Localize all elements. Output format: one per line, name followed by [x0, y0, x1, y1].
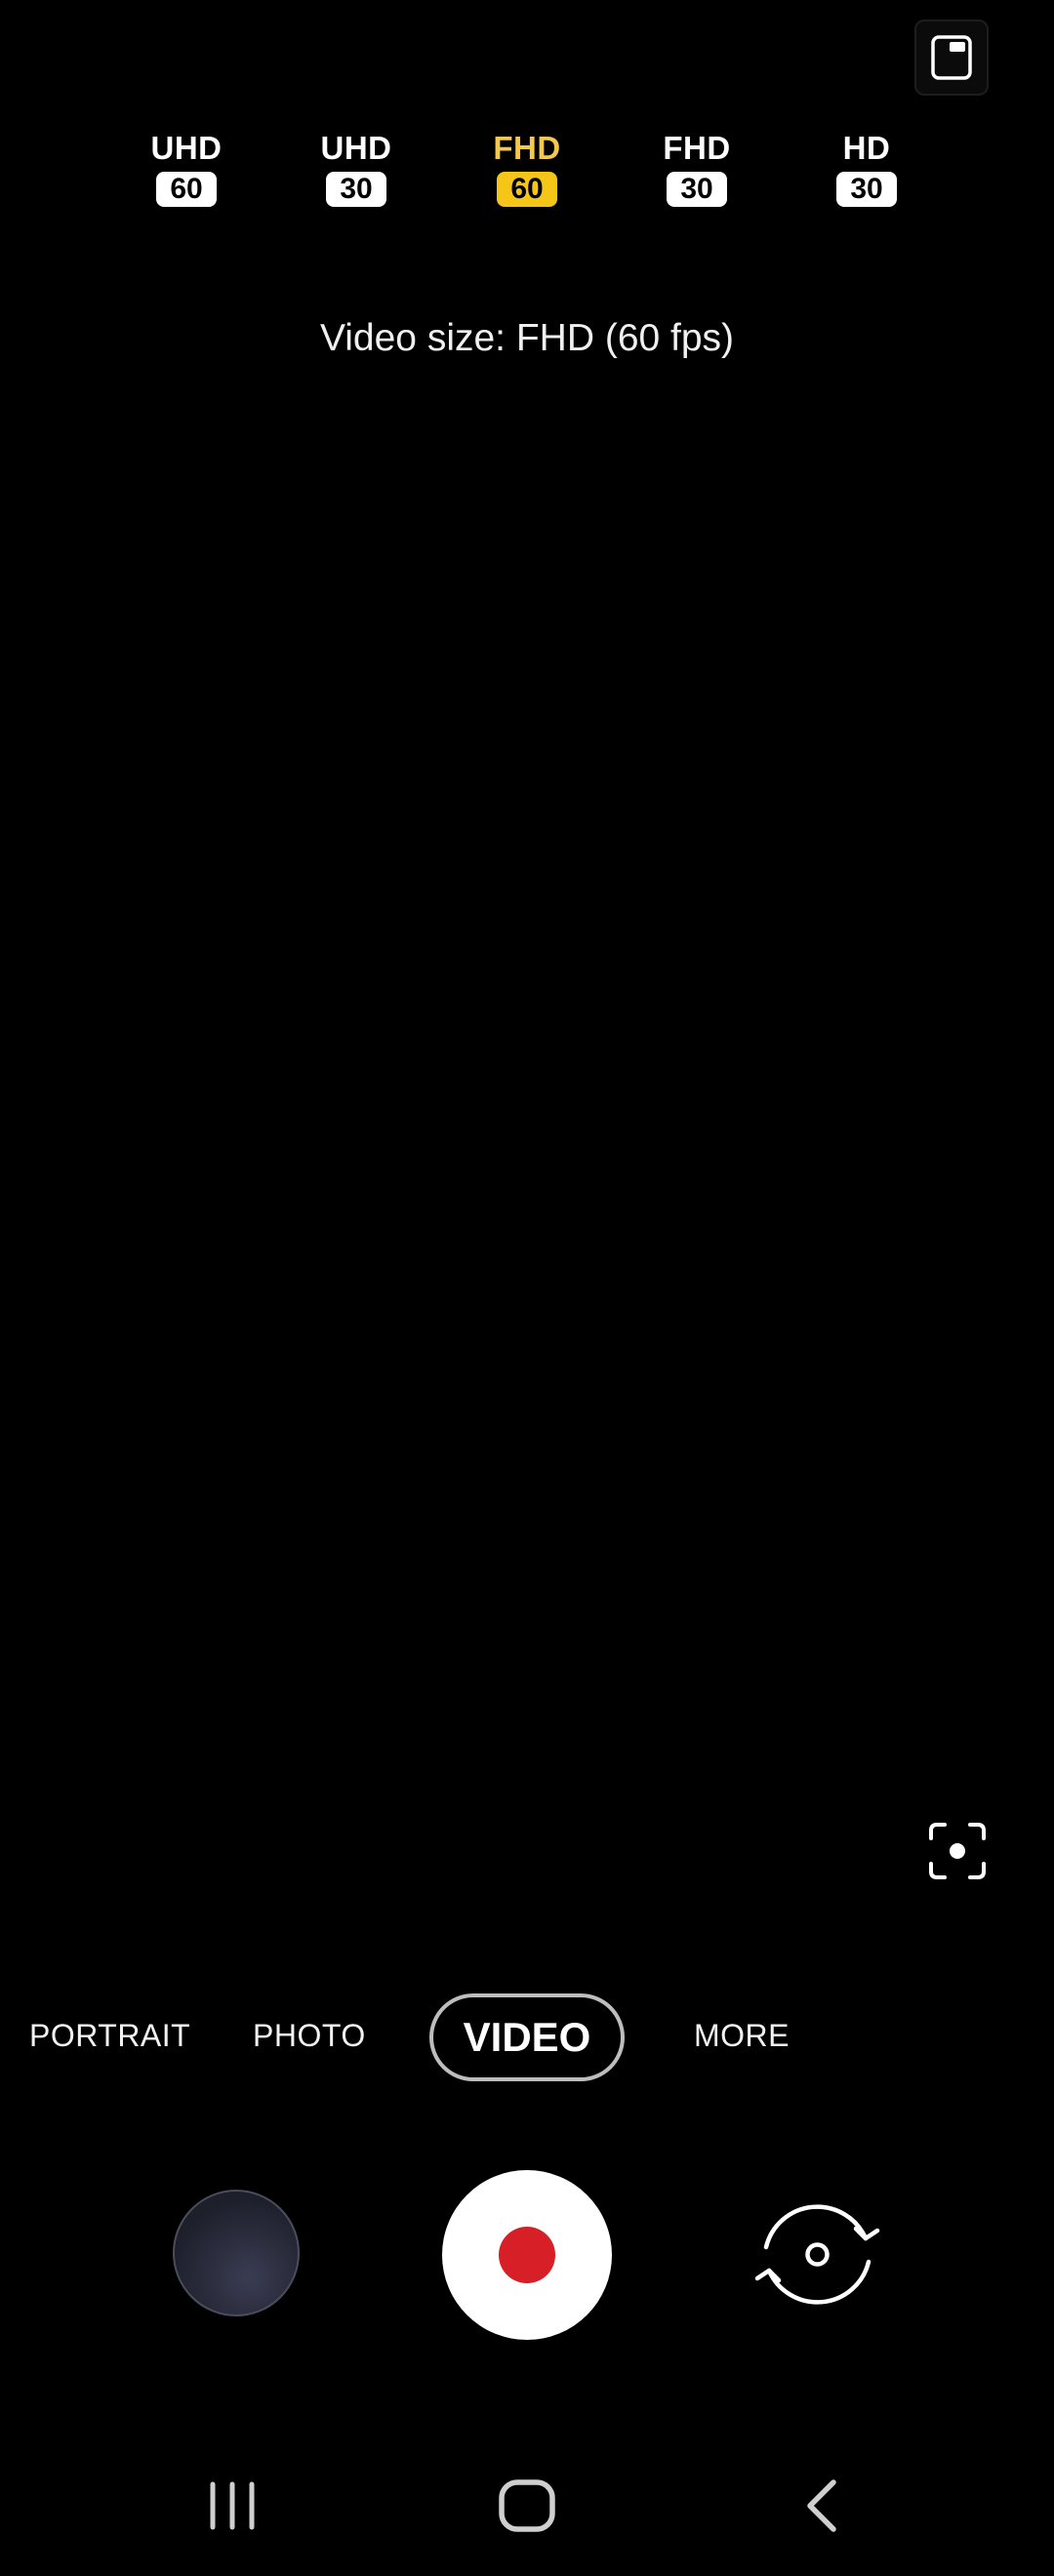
mode-more[interactable]: MORE [694, 2018, 790, 2054]
resolution-label: FHD [663, 130, 731, 166]
mode-photo[interactable]: PHOTO [253, 2018, 366, 2054]
home-icon [499, 2479, 555, 2532]
recent-apps-icon [210, 2481, 255, 2530]
resolution-option-hd-30[interactable]: HD 30 [813, 129, 920, 207]
resolution-option-fhd-30[interactable]: FHD 30 [643, 129, 750, 207]
resolution-label: FHD [493, 130, 561, 166]
mode-portrait[interactable]: PORTRAIT [29, 2018, 190, 2054]
resolution-option-uhd-60[interactable]: UHD 60 [133, 129, 240, 207]
video-size-caption: Video size: FHD (60 fps) [319, 317, 735, 359]
fps-badge: 60 [497, 172, 557, 207]
fps-badge: 30 [667, 172, 727, 207]
resolution-option-fhd-60[interactable]: FHD 60 [473, 129, 581, 207]
recent-apps-button[interactable] [203, 2478, 262, 2538]
home-button[interactable] [496, 2478, 558, 2538]
back-icon [807, 2479, 836, 2532]
resolution-label: UHD [320, 130, 392, 166]
fps-badge: 30 [326, 172, 386, 207]
switch-camera-button[interactable] [747, 2194, 888, 2315]
resolution-option-uhd-30[interactable]: UHD 30 [303, 129, 410, 207]
switch-camera-icon [754, 2204, 880, 2305]
mode-video[interactable]: VIDEO [429, 1993, 625, 2081]
scene-focus-icon [929, 1823, 986, 1879]
record-icon [499, 2227, 555, 2283]
aspect-ratio-button[interactable] [914, 20, 989, 96]
gallery-thumbnail[interactable] [173, 2190, 300, 2316]
resolution-label: HD [842, 130, 891, 166]
record-button[interactable] [442, 2170, 612, 2340]
fps-badge: 30 [836, 172, 897, 207]
aspect-ratio-icon [931, 35, 972, 80]
scene-focus-button[interactable] [927, 1821, 988, 1881]
fps-badge: 60 [156, 172, 217, 207]
resolution-label: UHD [150, 130, 223, 166]
back-button[interactable] [798, 2478, 843, 2538]
